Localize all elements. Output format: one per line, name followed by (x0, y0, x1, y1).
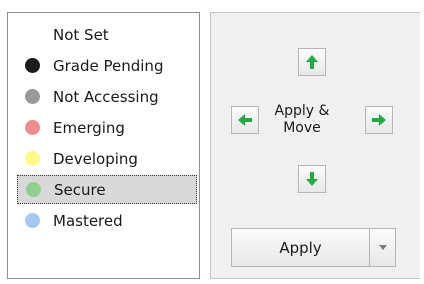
grade-label: Not Set (53, 25, 109, 44)
grade-list[interactable]: Not Set Grade Pending Not Accessing Emergin… (7, 12, 200, 279)
grade-label: Mastered (53, 211, 123, 230)
arrow-up-icon (306, 55, 318, 69)
grade-item[interactable]: Mastered (17, 206, 197, 235)
apply-move-text: Apply & Move (274, 103, 330, 136)
color-dot-icon (25, 120, 40, 135)
grade-label: Grade Pending (53, 56, 164, 75)
grade-item[interactable]: Grade Pending (17, 51, 197, 80)
grade-item[interactable]: Developing (17, 144, 197, 173)
grade-item[interactable]: Emerging (17, 113, 197, 142)
grade-item[interactable]: Secure (17, 175, 197, 204)
color-dot-icon (25, 213, 40, 228)
grade-label: Not Accessing (53, 87, 159, 106)
move-left-button[interactable] (231, 106, 259, 134)
color-dot-icon (25, 58, 40, 73)
grade-label: Emerging (53, 118, 125, 137)
apply-dropdown-button[interactable] (369, 228, 396, 267)
apply-button[interactable]: Apply (231, 228, 369, 267)
move-up-button[interactable] (298, 48, 326, 76)
grade-item[interactable]: Not Accessing (17, 82, 197, 111)
arrow-right-icon (372, 114, 386, 126)
color-dot-icon (26, 182, 41, 197)
apply-move-label: Apply & Move (272, 103, 332, 137)
arrow-down-icon (306, 172, 318, 186)
chevron-down-icon (378, 245, 387, 250)
apply-button-label: Apply (279, 238, 322, 257)
arrow-left-icon (238, 114, 252, 126)
move-down-button[interactable] (298, 165, 326, 193)
grade-label: Secure (54, 180, 106, 199)
color-dot-icon (25, 151, 40, 166)
grade-item[interactable]: Not Set (17, 20, 197, 49)
move-right-button[interactable] (365, 106, 393, 134)
grade-label: Developing (53, 149, 138, 168)
color-dot-icon (25, 89, 40, 104)
